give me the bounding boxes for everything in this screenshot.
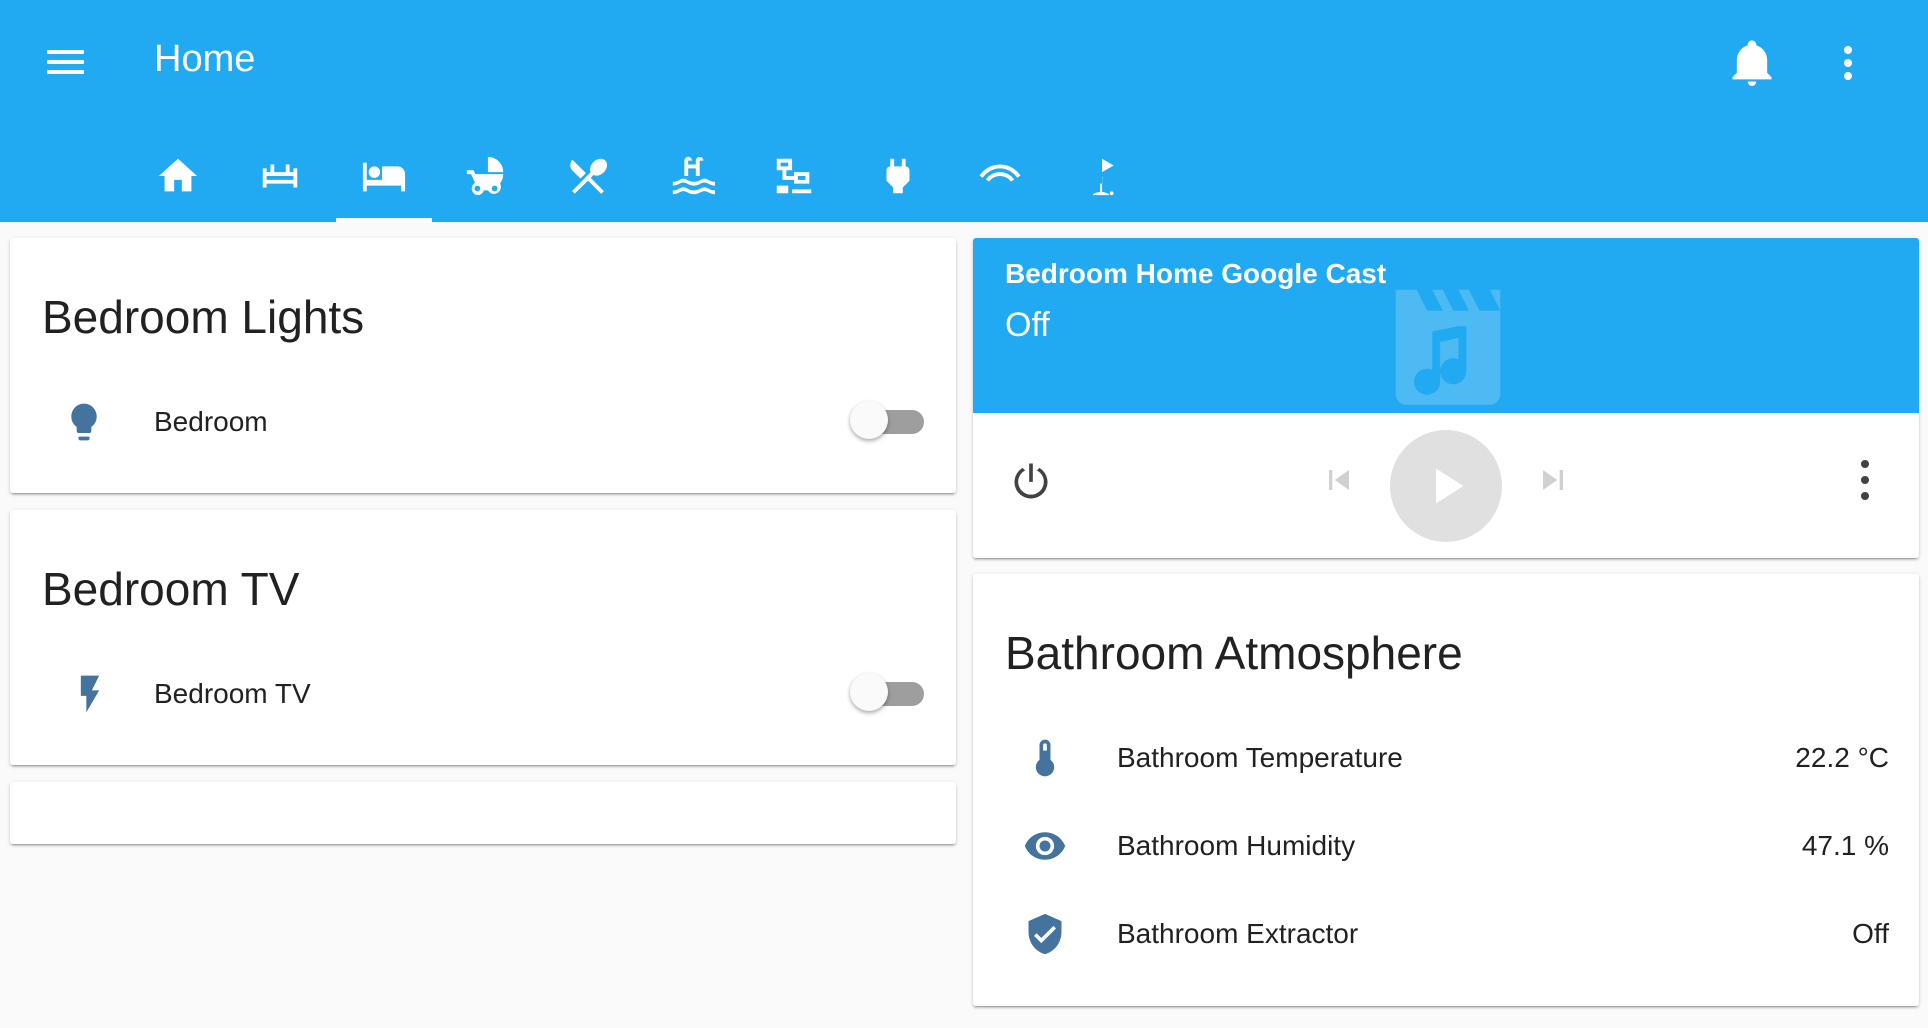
lightbulb-icon[interactable] bbox=[62, 400, 106, 444]
sensor-label[interactable]: Bathroom Humidity bbox=[1117, 830, 1355, 862]
bedroom-tv-card: Bedroom TV Bedroom TV bbox=[10, 510, 956, 765]
tab-living-room[interactable] bbox=[232, 130, 328, 222]
wifi-arc-icon bbox=[979, 164, 1021, 182]
tab-nursery[interactable] bbox=[438, 130, 534, 222]
bedroom-light-toggle[interactable] bbox=[850, 398, 926, 442]
tab-golf[interactable] bbox=[1056, 130, 1152, 222]
card-title: Bedroom TV bbox=[42, 563, 300, 615]
page-title: Home bbox=[154, 38, 256, 80]
tab-pool[interactable] bbox=[644, 130, 740, 222]
eye-icon[interactable] bbox=[1023, 824, 1067, 868]
sensor-label[interactable]: Bathroom Extractor bbox=[1117, 918, 1358, 950]
entity-label[interactable]: Bedroom TV bbox=[154, 678, 311, 710]
sensor-value: Off bbox=[1852, 918, 1889, 949]
thermometer-icon[interactable] bbox=[1023, 736, 1067, 780]
power-plug-icon bbox=[886, 158, 910, 194]
menu-icon[interactable] bbox=[40, 42, 90, 82]
golf-icon bbox=[1092, 158, 1114, 196]
silverware-icon bbox=[570, 158, 608, 194]
shield-check-icon[interactable] bbox=[1023, 912, 1067, 956]
bed-icon bbox=[362, 162, 406, 192]
tab-home[interactable] bbox=[130, 130, 226, 222]
sensor-value: 22.2 °C bbox=[1795, 742, 1889, 773]
sofa-icon bbox=[262, 164, 298, 188]
bathroom-atmosphere-card: Bathroom Atmosphere Bathroom Temperature… bbox=[973, 574, 1919, 1006]
bell-icon[interactable] bbox=[1726, 34, 1778, 90]
app-header: Home bbox=[0, 0, 1928, 222]
play-icon bbox=[1436, 468, 1464, 504]
home-icon bbox=[158, 158, 198, 192]
more-options-icon[interactable] bbox=[1826, 38, 1870, 88]
previous-track-icon[interactable] bbox=[1319, 460, 1359, 500]
tab-connectivity[interactable] bbox=[952, 130, 1048, 222]
play-button[interactable] bbox=[1390, 430, 1502, 542]
view-tabs bbox=[0, 130, 1928, 222]
card-title: Bathroom Atmosphere bbox=[1005, 627, 1463, 679]
media-player-card: Bedroom Home Google Cast Off bbox=[973, 238, 1919, 558]
tab-kitchen[interactable] bbox=[540, 130, 636, 222]
media-player-state: Off bbox=[1005, 306, 1050, 344]
network-icon bbox=[776, 158, 812, 194]
entity-label[interactable]: Bedroom bbox=[154, 406, 268, 438]
tab-power[interactable] bbox=[850, 130, 946, 222]
tab-network[interactable] bbox=[746, 130, 842, 222]
tab-bedroom[interactable] bbox=[336, 130, 432, 222]
media-more-options-icon[interactable] bbox=[1845, 456, 1885, 504]
power-icon[interactable] bbox=[1009, 458, 1053, 502]
pool-icon bbox=[672, 156, 715, 195]
media-player-name: Bedroom Home Google Cast bbox=[1005, 258, 1387, 289]
movie-music-icon bbox=[1385, 274, 1511, 410]
sensor-label[interactable]: Bathroom Temperature bbox=[1117, 742, 1403, 774]
media-header: Bedroom Home Google Cast Off bbox=[973, 238, 1919, 413]
next-track-icon[interactable] bbox=[1533, 460, 1573, 500]
bedroom-lights-card: Bedroom Lights Bedroom bbox=[10, 238, 956, 493]
flash-icon[interactable] bbox=[68, 672, 112, 716]
card-title: Bedroom Lights bbox=[42, 291, 365, 343]
empty-card bbox=[10, 782, 956, 844]
bedroom-tv-toggle[interactable] bbox=[850, 670, 926, 714]
baby-carriage-icon bbox=[466, 156, 504, 196]
sensor-value: 47.1 % bbox=[1801, 830, 1889, 861]
